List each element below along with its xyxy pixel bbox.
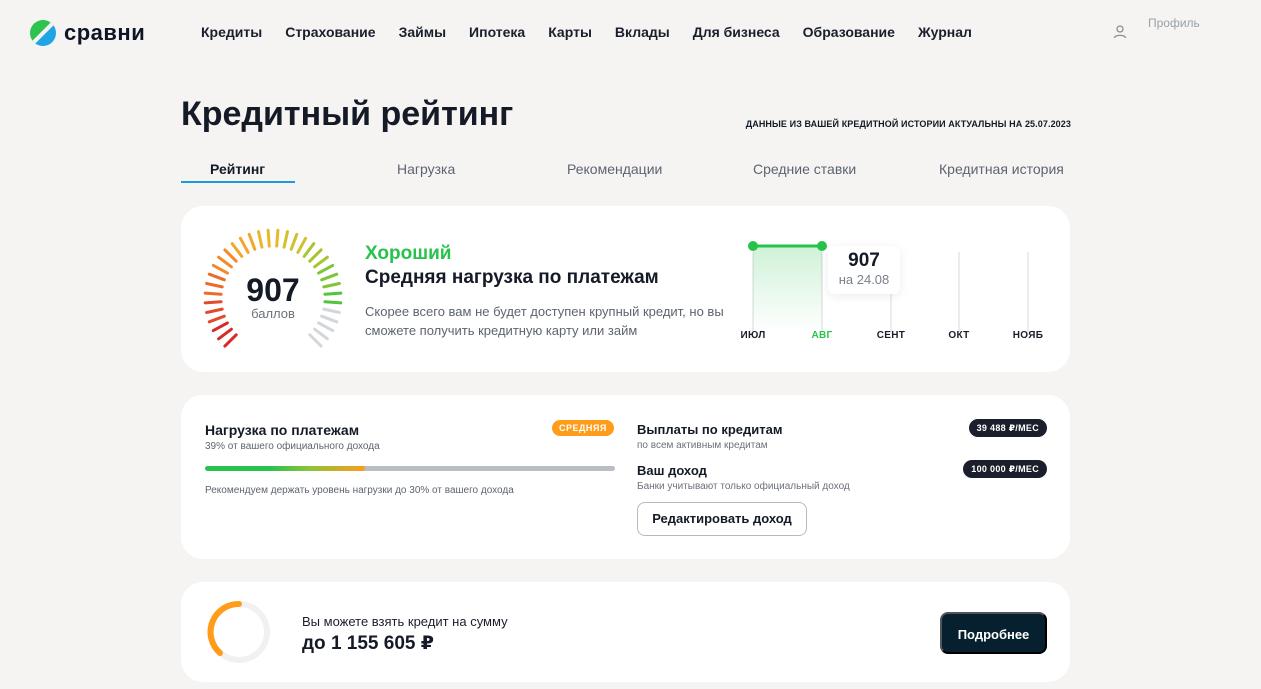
history-point-jul bbox=[748, 241, 758, 251]
gauge-tick bbox=[308, 248, 323, 263]
credit-amount: до 1 155 605 ₽ bbox=[302, 633, 434, 654]
income-title: Ваш доход bbox=[637, 463, 707, 478]
gauge-tick bbox=[308, 333, 323, 348]
payments-title: Выплаты по кредитам bbox=[637, 422, 783, 437]
gauge-tick bbox=[247, 232, 257, 251]
nav-item-journal[interactable]: Журнал bbox=[918, 24, 972, 40]
credit-progress-ring bbox=[207, 600, 270, 663]
tabs: Рейтинг Нагрузка Рекомендации Средние ст… bbox=[181, 158, 1070, 186]
rating-title: Средняя нагрузка по платежам bbox=[365, 267, 659, 288]
month-label-aug: АВГ bbox=[811, 330, 833, 341]
gauge-tick bbox=[230, 242, 244, 258]
load-progress-bar bbox=[205, 466, 615, 471]
logo-text: сравни bbox=[64, 20, 146, 45]
nav-item-mortgage[interactable]: Ипотека bbox=[469, 24, 525, 40]
score-card: 907 баллов Хороший Средняя нагрузка по п… bbox=[181, 206, 1070, 372]
main-nav: Кредиты Страхование Займы Ипотека Карты … bbox=[201, 24, 972, 40]
score-unit: баллов bbox=[251, 306, 295, 321]
nav-item-loans[interactable]: Займы bbox=[399, 24, 446, 40]
gauge-tick bbox=[238, 236, 250, 254]
gauge-tick bbox=[302, 242, 316, 258]
payments-subtitle: по всем активным кредитам bbox=[637, 440, 768, 451]
gauge-tick bbox=[217, 327, 233, 341]
gauge-tick bbox=[289, 232, 299, 251]
score-value: 907 bbox=[246, 272, 300, 308]
user-icon bbox=[1113, 25, 1127, 39]
month-label-sep: СЕНТ bbox=[876, 330, 906, 341]
nav-item-cards[interactable]: Карты bbox=[548, 24, 592, 40]
credit-label: Вы можете взять кредит на сумму bbox=[302, 614, 508, 629]
tooltip-date: на 24.08 bbox=[838, 272, 890, 287]
gauge-tick bbox=[211, 321, 229, 333]
gauge-tick bbox=[266, 228, 271, 248]
nav-item-credits[interactable]: Кредиты bbox=[201, 24, 262, 40]
payment-load-card: Нагрузка по платежам 39% от вашего офици… bbox=[181, 395, 1070, 559]
gauge-tick bbox=[223, 333, 238, 348]
history-tooltip: 907 на 24.08 bbox=[828, 246, 900, 294]
tab-load[interactable]: Нагрузка bbox=[397, 161, 455, 177]
more-details-button[interactable]: Подробнее bbox=[940, 612, 1047, 654]
tab-average-rates[interactable]: Средние ставки bbox=[753, 161, 856, 177]
tooltip-value: 907 bbox=[848, 250, 880, 271]
income-value-badge: 100 000 ₽/МЕС bbox=[963, 460, 1047, 478]
month-label-jul: ИЮЛ bbox=[740, 330, 766, 341]
month-label-nov: НОЯБ bbox=[1012, 330, 1044, 341]
history-area bbox=[753, 246, 822, 332]
load-progress-fill bbox=[205, 466, 365, 471]
tab-credit-history[interactable]: Кредитная история bbox=[939, 161, 1064, 177]
income-subtitle: Банки учитывают только официальный доход bbox=[637, 481, 850, 492]
gauge-tick bbox=[313, 255, 329, 269]
actual-date-note: ДАННЫЕ ИЗ ВАШЕЙ КРЕДИТНОЙ ИСТОРИИ АКТУАЛ… bbox=[745, 119, 1071, 129]
gauge-tick bbox=[257, 230, 264, 249]
rating-label: Хороший bbox=[365, 243, 452, 264]
profile-link[interactable]: Профиль bbox=[1112, 16, 1200, 40]
tab-rating[interactable]: Рейтинг bbox=[210, 161, 265, 177]
tab-recommendations[interactable]: Рекомендации bbox=[567, 161, 662, 177]
gauge-tick bbox=[313, 327, 329, 341]
rating-description: Скорее всего вам не будет доступен крупн… bbox=[365, 304, 724, 338]
payments-value-badge: 39 488 ₽/МЕС bbox=[968, 419, 1047, 437]
profile-label: Профиль bbox=[1148, 16, 1200, 30]
logo-mark-icon bbox=[30, 20, 56, 46]
score-history-chart: 907 на 24.08 ИЮЛ АВГ СЕНТ ОКТ НОЯБ bbox=[736, 226, 1056, 366]
gauge-tick bbox=[223, 248, 238, 263]
nav-item-business[interactable]: Для бизнеса bbox=[693, 24, 780, 40]
edit-income-button[interactable]: Редактировать доход bbox=[637, 502, 807, 536]
nav-item-insurance[interactable]: Страхование bbox=[285, 24, 375, 40]
nav-item-deposits[interactable]: Вклады bbox=[615, 24, 670, 40]
month-label-oct: ОКТ bbox=[948, 330, 970, 341]
credit-offer-card: Вы можете взять кредит на сумму до 1 155… bbox=[181, 582, 1070, 682]
nav-item-education[interactable]: Образование bbox=[803, 24, 895, 40]
gauge-tick bbox=[317, 321, 335, 333]
logo[interactable]: сравни bbox=[30, 20, 145, 46]
load-title: Нагрузка по платежам bbox=[205, 422, 360, 438]
page-title: Кредитный рейтинг bbox=[181, 95, 514, 133]
gauge-tick bbox=[275, 228, 280, 248]
gauge-tick bbox=[296, 236, 308, 254]
load-advice: Рекомендуем держать уровень нагрузки до … bbox=[205, 485, 514, 496]
gauge-tick bbox=[282, 230, 289, 249]
history-point-aug bbox=[817, 241, 827, 251]
top-header: сравни Кредиты Страхование Займы Ипотека… bbox=[0, 0, 1261, 66]
active-tab-indicator bbox=[181, 181, 295, 183]
gauge-tick bbox=[217, 255, 233, 269]
load-subtitle: 39% от вашего официального дохода bbox=[205, 441, 380, 452]
load-level-badge: СРЕДНЯЯ bbox=[552, 420, 614, 436]
